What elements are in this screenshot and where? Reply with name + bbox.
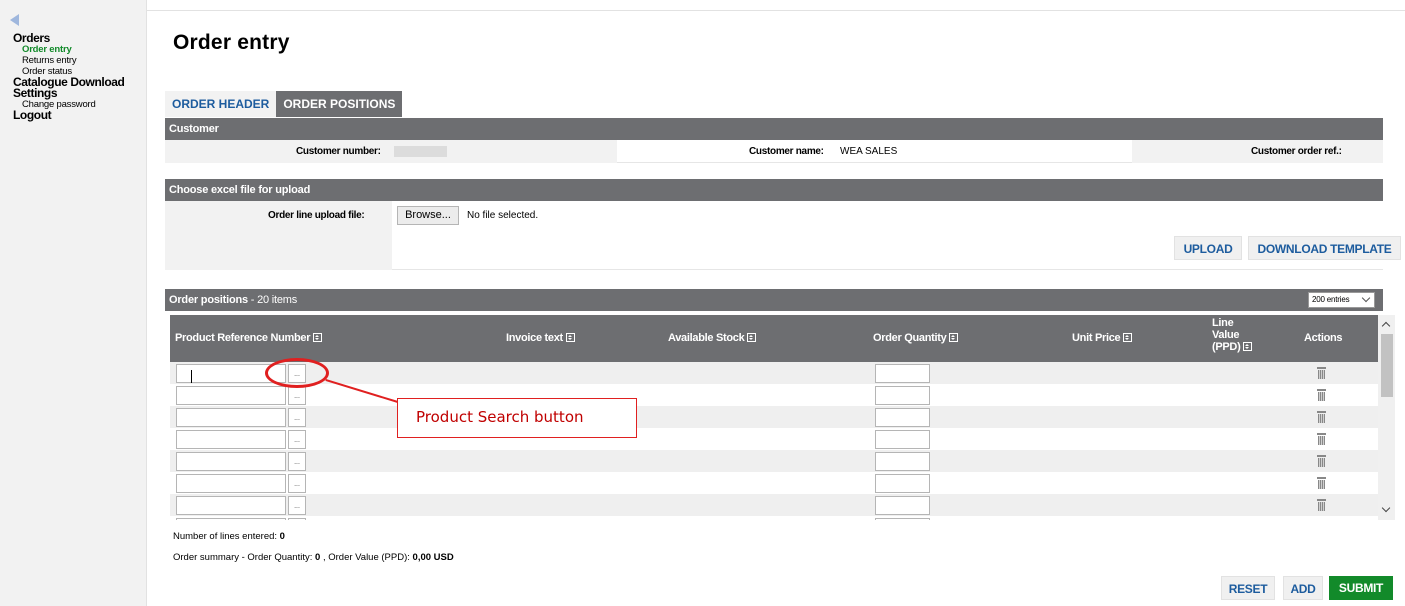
file-status-text: No file selected.: [467, 210, 539, 221]
table-row: ...: [170, 406, 1379, 428]
product-reference-input[interactable]: [176, 518, 286, 520]
scroll-down-icon[interactable]: [1381, 503, 1391, 513]
sort-icon[interactable]: [1243, 342, 1253, 351]
customer-number-value-redacted: [394, 146, 447, 157]
upload-file-label: Order line upload file:: [268, 210, 365, 221]
customer-number-label: Customer number:: [296, 146, 381, 157]
lines-entered-summary: Number of lines entered: 0: [173, 531, 285, 542]
col-available-stock[interactable]: Available Stock: [668, 332, 757, 344]
trash-icon[interactable]: [1317, 477, 1326, 489]
product-search-button[interactable]: ...: [288, 452, 306, 471]
product-reference-input[interactable]: [176, 452, 286, 471]
order-quantity-input[interactable]: [875, 386, 930, 405]
product-search-button[interactable]: ...: [288, 430, 306, 449]
tab-order-header[interactable]: ORDER HEADER: [165, 91, 277, 117]
order-positions-title: Order positions: [169, 294, 248, 306]
sort-icon[interactable]: [1123, 333, 1133, 342]
order-value-total: 0,00 USD: [412, 552, 454, 563]
grid-scrollbar[interactable]: [1378, 315, 1395, 520]
product-search-button[interactable]: ...: [288, 408, 306, 427]
trash-icon[interactable]: [1317, 455, 1326, 467]
order-positions-header: Order positions - 20 items 200 entries: [165, 289, 1383, 311]
sort-icon[interactable]: [747, 333, 757, 342]
product-search-button[interactable]: ...: [288, 496, 306, 515]
sort-icon[interactable]: [313, 333, 323, 342]
entries-selected-value: 200 entries: [1312, 295, 1350, 304]
chevron-down-icon: [1361, 293, 1371, 303]
product-reference-input[interactable]: [176, 474, 286, 493]
order-quantity-input[interactable]: [875, 364, 930, 383]
sidebar-item-returns-entry[interactable]: Returns entry: [13, 55, 124, 66]
product-reference-input[interactable]: [176, 408, 286, 427]
product-reference-input[interactable]: [176, 496, 286, 515]
upload-area: Order line upload file: Browse... No fil…: [165, 201, 1401, 270]
customer-name-value: WEA SALES: [840, 146, 898, 157]
order-quantity-input[interactable]: [875, 408, 930, 427]
table-row: ...: [170, 428, 1379, 450]
product-search-button[interactable]: ...: [288, 474, 306, 493]
download-template-button[interactable]: DOWNLOAD TEMPLATE: [1248, 236, 1401, 260]
upload-button[interactable]: UPLOAD: [1174, 236, 1242, 260]
trash-icon[interactable]: [1317, 411, 1326, 423]
grid-header: Product Reference Number Invoice text Av…: [170, 315, 1379, 362]
annotation-ellipse: [265, 358, 329, 388]
table-row: ...: [170, 494, 1379, 516]
product-reference-input[interactable]: [176, 430, 286, 449]
sidebar-item-order-entry[interactable]: Order entry: [13, 44, 124, 55]
sidebar-group-settings[interactable]: Settings: [13, 87, 124, 99]
col-line-value[interactable]: Line Value (PPD): [1212, 317, 1262, 353]
sort-icon[interactable]: [565, 333, 575, 342]
annotation-callout: Product Search button: [397, 398, 637, 438]
sidebar-nav: Orders Order entry Returns entry Order s…: [13, 32, 125, 121]
order-positions-grid: Product Reference Number Invoice text Av…: [165, 315, 1383, 520]
order-quantity-input[interactable]: [875, 518, 930, 520]
sidebar: Orders Order entry Returns entry Order s…: [0, 0, 147, 606]
grid-rows: ... ... ... ... ... ... ...: [170, 362, 1379, 520]
order-quantity-input[interactable]: [875, 452, 930, 471]
browse-button[interactable]: Browse...: [397, 206, 459, 225]
upload-section-header: Choose excel file for upload: [165, 179, 1383, 201]
col-actions: Actions: [1304, 332, 1343, 344]
lines-entered-value: 0: [279, 531, 285, 542]
order-quantity-input[interactable]: [875, 430, 930, 449]
order-positions-count: - 20 items: [247, 294, 298, 306]
tab-order-positions[interactable]: ORDER POSITIONS: [276, 91, 403, 117]
entries-per-page-select[interactable]: 200 entries: [1308, 292, 1375, 308]
tab-bar: ORDER HEADER ORDER POSITIONS: [165, 91, 403, 117]
back-arrow-icon[interactable]: [10, 14, 19, 26]
customer-order-ref-label: Customer order ref.:: [1251, 146, 1342, 157]
submit-button[interactable]: SUBMIT: [1329, 576, 1393, 600]
trash-icon[interactable]: [1317, 367, 1326, 379]
col-product-reference[interactable]: Product Reference Number: [175, 332, 323, 344]
col-unit-price[interactable]: Unit Price: [1072, 332, 1133, 344]
sidebar-group-orders[interactable]: Orders: [13, 32, 124, 44]
table-row: ...: [170, 516, 1379, 520]
customer-row: Customer number: Customer name: WEA SALE…: [165, 140, 1383, 163]
product-search-button[interactable]: ...: [288, 386, 306, 405]
table-row: ...: [170, 362, 1379, 384]
customer-name-label: Customer name:: [749, 146, 824, 157]
product-search-button[interactable]: ...: [288, 518, 306, 520]
table-row: ...: [170, 450, 1379, 472]
scrollbar-thumb[interactable]: [1381, 334, 1393, 397]
trash-icon[interactable]: [1317, 433, 1326, 445]
reset-button[interactable]: RESET: [1221, 576, 1275, 600]
col-invoice-text[interactable]: Invoice text: [506, 332, 575, 344]
scroll-up-icon[interactable]: [1381, 321, 1391, 331]
trash-icon[interactable]: [1317, 499, 1326, 511]
product-reference-input[interactable]: [176, 386, 286, 405]
sidebar-item-logout[interactable]: Logout: [13, 109, 124, 121]
order-quantity-input[interactable]: [875, 474, 930, 493]
col-order-quantity[interactable]: Order Quantity: [873, 332, 959, 344]
trash-icon[interactable]: [1317, 389, 1326, 401]
add-button[interactable]: ADD: [1283, 576, 1323, 600]
order-summary: Order summary - Order Quantity: 0 , Orde…: [173, 552, 454, 563]
customer-section-header: Customer: [165, 118, 1383, 140]
sort-icon[interactable]: [949, 333, 959, 342]
table-row: ...: [170, 472, 1379, 494]
order-quantity-input[interactable]: [875, 496, 930, 515]
main-content: Order entry ORDER HEADER ORDER POSITIONS…: [147, 0, 1405, 606]
page-title: Order entry: [173, 31, 290, 54]
